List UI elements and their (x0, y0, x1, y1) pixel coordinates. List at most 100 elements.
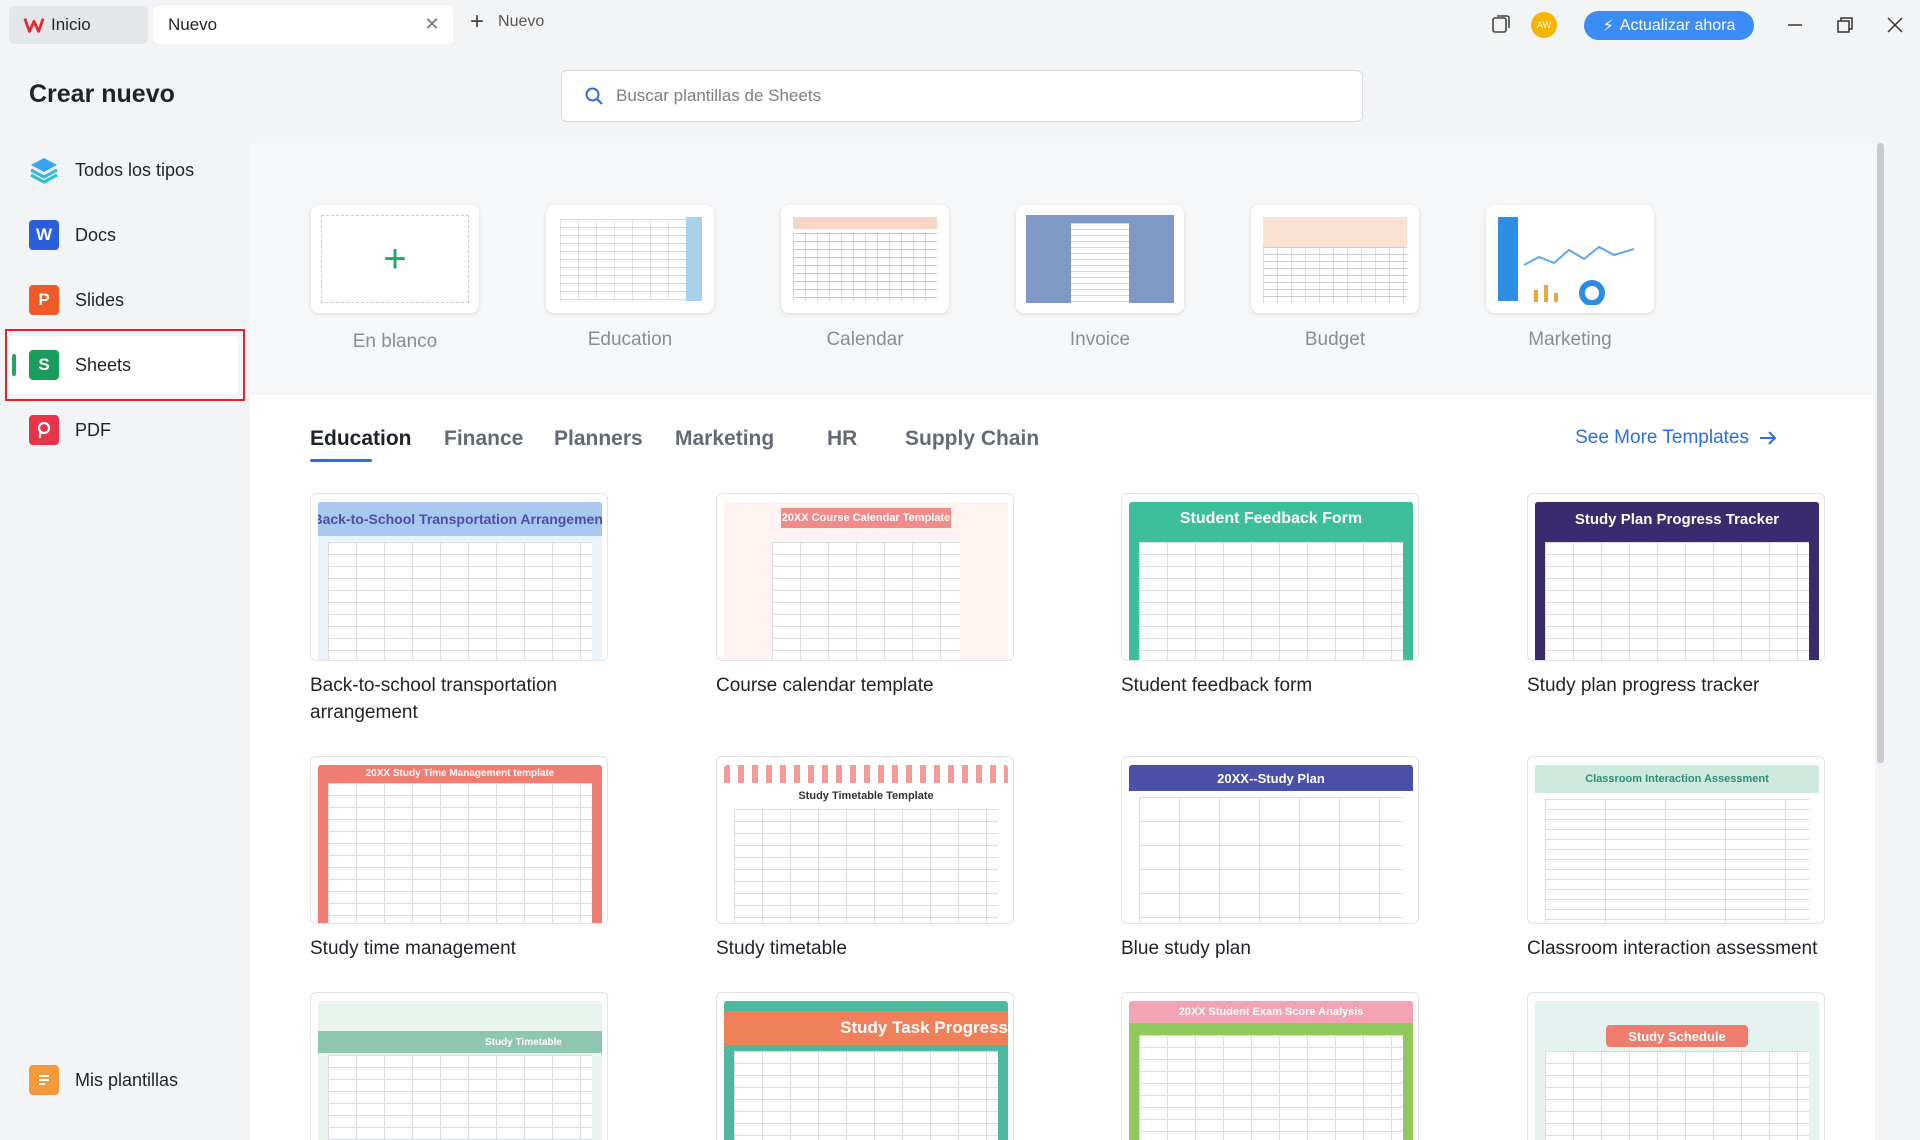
thumbnail-grid (1545, 542, 1809, 660)
thumbnail-grid (1139, 542, 1403, 660)
scrollbar[interactable] (1877, 143, 1884, 763)
tab-inicio-label: Inicio (51, 15, 91, 34)
tab-nuevo[interactable]: Nuevo ✕ (153, 6, 453, 44)
thumbnail-header (1263, 217, 1407, 247)
quick-card-calendar[interactable] (781, 205, 949, 313)
active-tab-underline (310, 459, 372, 462)
see-more-templates-link[interactable]: See More Templates (1575, 427, 1777, 449)
sidebar-item-todos[interactable]: Todos los tipos (8, 141, 238, 199)
window-switch-icon[interactable] (1491, 14, 1511, 34)
thumbnail-grid (1545, 1051, 1809, 1140)
thumbnail-title: Classroom Interaction Assessment (1535, 765, 1819, 793)
quick-start-row: + En blanco Education Calendar Invoice B… (250, 143, 1875, 395)
search-icon (585, 87, 603, 105)
template-card[interactable]: 20XX Student Exam Score Analysis (1121, 992, 1419, 1140)
thumbnail-title: Student Feedback Form (1129, 502, 1413, 536)
quick-card-invoice[interactable] (1016, 205, 1184, 313)
tab-planners[interactable]: Planners (554, 427, 643, 451)
templates-icon (29, 1065, 59, 1095)
template-card[interactable]: Classroom Interaction Assessment (1527, 756, 1825, 924)
plus-icon: + (321, 215, 469, 303)
sidebar-item-mis-plantillas[interactable]: Mis plantillas (8, 1051, 238, 1109)
new-tab-label: Nuevo (498, 13, 545, 30)
thumbnail-title: Study Timetable (318, 1031, 602, 1053)
minimize-icon[interactable] (1784, 14, 1806, 36)
sidebar-item-label: PDF (75, 419, 111, 440)
template-thumbnail: Classroom Interaction Assessment (1535, 765, 1819, 923)
template-thumbnail: 20XX Study Time Management template (318, 765, 602, 923)
template-thumbnail: 20XX--Study Plan (1129, 765, 1413, 923)
template-name[interactable]: Back-to-school transportation arrangemen… (310, 672, 610, 726)
restore-icon[interactable] (1834, 14, 1856, 36)
quick-card-marketing[interactable] (1486, 205, 1654, 313)
quick-label: Marketing (1528, 329, 1612, 350)
quick-label: Calendar (826, 329, 904, 350)
template-thumbnail: 20XX Student Exam Score Analysis (1129, 1001, 1413, 1140)
thumbnail-title: 20XX Student Exam Score Analysis (1129, 1001, 1413, 1023)
blank-template-card[interactable]: + (311, 205, 479, 313)
thumbnail-grid (734, 1051, 998, 1140)
sidebar-item-docs[interactable]: W Docs (8, 206, 238, 264)
thumbnail-grid (1139, 797, 1403, 923)
template-thumbnail: Study Task Progress (724, 1001, 1008, 1140)
thumbnail-title: 20XX--Study Plan (1129, 765, 1413, 791)
tab-supply-chain[interactable]: Supply Chain (905, 427, 1039, 451)
search-input[interactable]: Buscar plantillas de Sheets (561, 70, 1363, 122)
thumbnail-title: Study Task Progress (724, 1011, 1008, 1045)
template-name[interactable]: Course calendar template (716, 672, 1016, 699)
thumbnail-grid (328, 1055, 592, 1140)
tab-finance[interactable]: Finance (444, 427, 523, 451)
template-thumbnail: Study Schedule (1535, 1001, 1819, 1140)
thumbnail-title: Back-to-School Transportation Arrangemen… (318, 502, 602, 536)
close-tab-icon[interactable]: ✕ (423, 15, 441, 33)
avatar[interactable]: AW (1531, 12, 1557, 38)
slides-icon: P (29, 285, 59, 315)
thumbnail (560, 219, 700, 301)
lightning-icon: ⚡ (1602, 17, 1614, 35)
pdf-icon (29, 415, 59, 445)
thumbnail-grid (772, 542, 960, 660)
template-card[interactable]: Student Feedback Form (1121, 493, 1419, 661)
template-card[interactable]: Study Timetable (310, 992, 608, 1140)
template-name[interactable]: Student feedback form (1121, 672, 1421, 699)
thumbnail (793, 233, 937, 301)
tab-marketing[interactable]: Marketing (675, 427, 774, 451)
thumbnail-grid (1139, 1035, 1403, 1140)
page-title: Crear nuevo (29, 80, 175, 108)
template-card[interactable]: Back-to-School Transportation Arrangemen… (310, 493, 608, 661)
template-card[interactable]: Study Plan Progress Tracker (1527, 493, 1825, 661)
template-name[interactable]: Study plan progress tracker (1527, 672, 1827, 699)
thumbnail-rings (724, 765, 1008, 783)
template-card[interactable]: 20XX Course Calendar Template (716, 493, 1014, 661)
template-name[interactable]: Study timetable (716, 935, 1016, 962)
template-card[interactable]: Study Schedule (1527, 992, 1825, 1140)
sidebar-item-pdf[interactable]: PDF (8, 401, 238, 459)
quick-card-budget[interactable] (1251, 205, 1419, 313)
quick-label: Education (587, 329, 673, 350)
thumbnail-chart (1524, 245, 1635, 305)
template-card[interactable]: Study Timetable Template (716, 756, 1014, 924)
template-card[interactable]: 20XX--Study Plan (1121, 756, 1419, 924)
search-placeholder: Buscar plantillas de Sheets (616, 86, 822, 105)
quick-label: Invoice (1069, 329, 1131, 350)
sidebar-item-slides[interactable]: P Slides (8, 271, 238, 329)
sidebar-item-label: Docs (75, 224, 117, 245)
thumbnail-title: 20XX Course Calendar Template (780, 508, 952, 528)
template-card[interactable]: 20XX Study Time Management template (310, 756, 608, 924)
quick-label: Budget (1304, 329, 1366, 350)
tab-inicio[interactable]: Inicio (9, 6, 148, 44)
tab-nuevo-label: Nuevo (168, 15, 218, 34)
template-card[interactable]: Study Task Progress (716, 992, 1014, 1140)
tab-education[interactable]: Education (310, 427, 412, 451)
close-window-icon[interactable] (1884, 14, 1906, 36)
upgrade-button[interactable]: ⚡ Actualizar ahora (1584, 11, 1754, 40)
new-tab-button[interactable]: + Nuevo (470, 10, 545, 34)
thumbnail-header (793, 217, 937, 229)
quick-card-education[interactable] (546, 205, 714, 313)
template-name[interactable]: Blue study plan (1121, 935, 1421, 962)
template-thumbnail: 20XX Course Calendar Template (724, 502, 1008, 660)
tab-hr[interactable]: HR (827, 427, 857, 451)
main-panel: + En blanco Education Calendar Invoice B… (250, 143, 1875, 1140)
template-name[interactable]: Classroom interaction assessment (1527, 935, 1827, 962)
template-name[interactable]: Study time management (310, 935, 610, 962)
